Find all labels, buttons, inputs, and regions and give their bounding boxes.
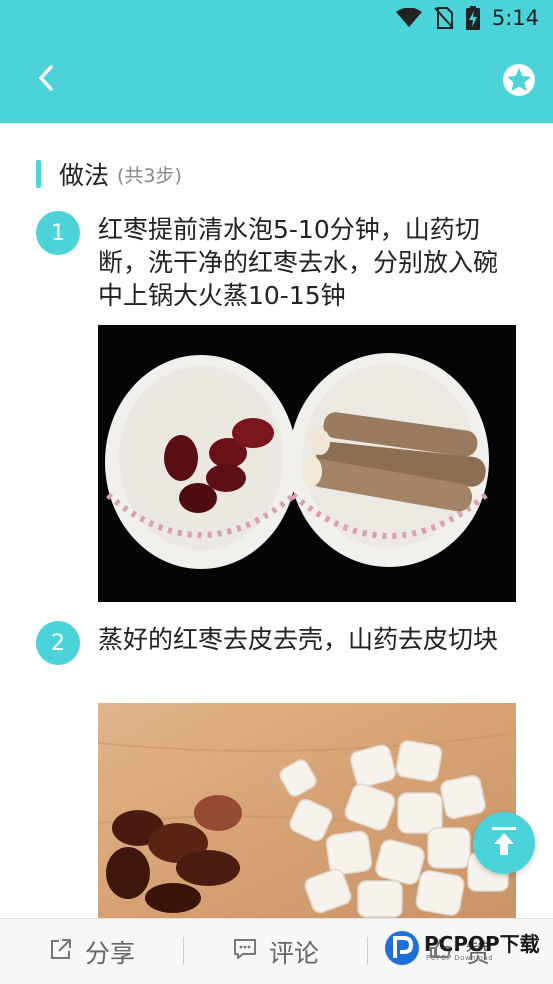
- no-sim-icon: [434, 7, 454, 29]
- step-number-badge: 2: [36, 621, 80, 665]
- comment-icon: [233, 937, 269, 966]
- step-number-badge: 1: [36, 211, 80, 255]
- comment-button[interactable]: 评论: [184, 919, 368, 984]
- arrow-up-to-top-icon: [491, 826, 517, 860]
- step-text: 红枣提前清水泡5-10分钟，山药切断，洗干净的红枣去水，分别放入碗中上锅大火蒸1…: [98, 215, 499, 310]
- share-button[interactable]: 分享: [0, 919, 184, 984]
- status-time: 5:14: [491, 6, 539, 30]
- section-header: 做法 (共3步): [36, 159, 182, 190]
- step-text: 蒸好的红枣去皮去壳，山药去皮切块: [98, 625, 499, 654]
- chevron-left-icon: [37, 64, 55, 96]
- share-label: 分享: [84, 938, 135, 968]
- app-header: 5:14: [0, 0, 553, 123]
- section-title: 做法: [59, 161, 110, 190]
- back-button[interactable]: [26, 60, 66, 100]
- pcpop-logo-icon: [384, 930, 420, 966]
- star-icon: [501, 62, 537, 100]
- step-image[interactable]: [98, 325, 516, 602]
- watermark-logo: PCPOP下载 PCPOP Download: [384, 930, 540, 966]
- scroll-to-top-button[interactable]: [473, 812, 535, 874]
- favorite-button[interactable]: [498, 60, 540, 102]
- section-accent-bar: [36, 160, 41, 188]
- comment-label: 评论: [268, 938, 319, 968]
- watermark-brand: PCPOP下载: [424, 932, 540, 956]
- recipe-steps-content[interactable]: 做法 (共3步) 1 红枣提前清水泡5-10分钟，山药切断，洗干净的红枣去水，分…: [0, 123, 553, 918]
- wifi-icon: [395, 8, 422, 28]
- share-icon: [49, 937, 85, 967]
- step-image[interactable]: [98, 703, 516, 918]
- status-bar: 5:14: [0, 0, 553, 36]
- watermark-sub: PCPOP Download: [426, 954, 494, 962]
- step-count: (共3步): [117, 164, 182, 187]
- battery-charging-icon: [465, 6, 480, 30]
